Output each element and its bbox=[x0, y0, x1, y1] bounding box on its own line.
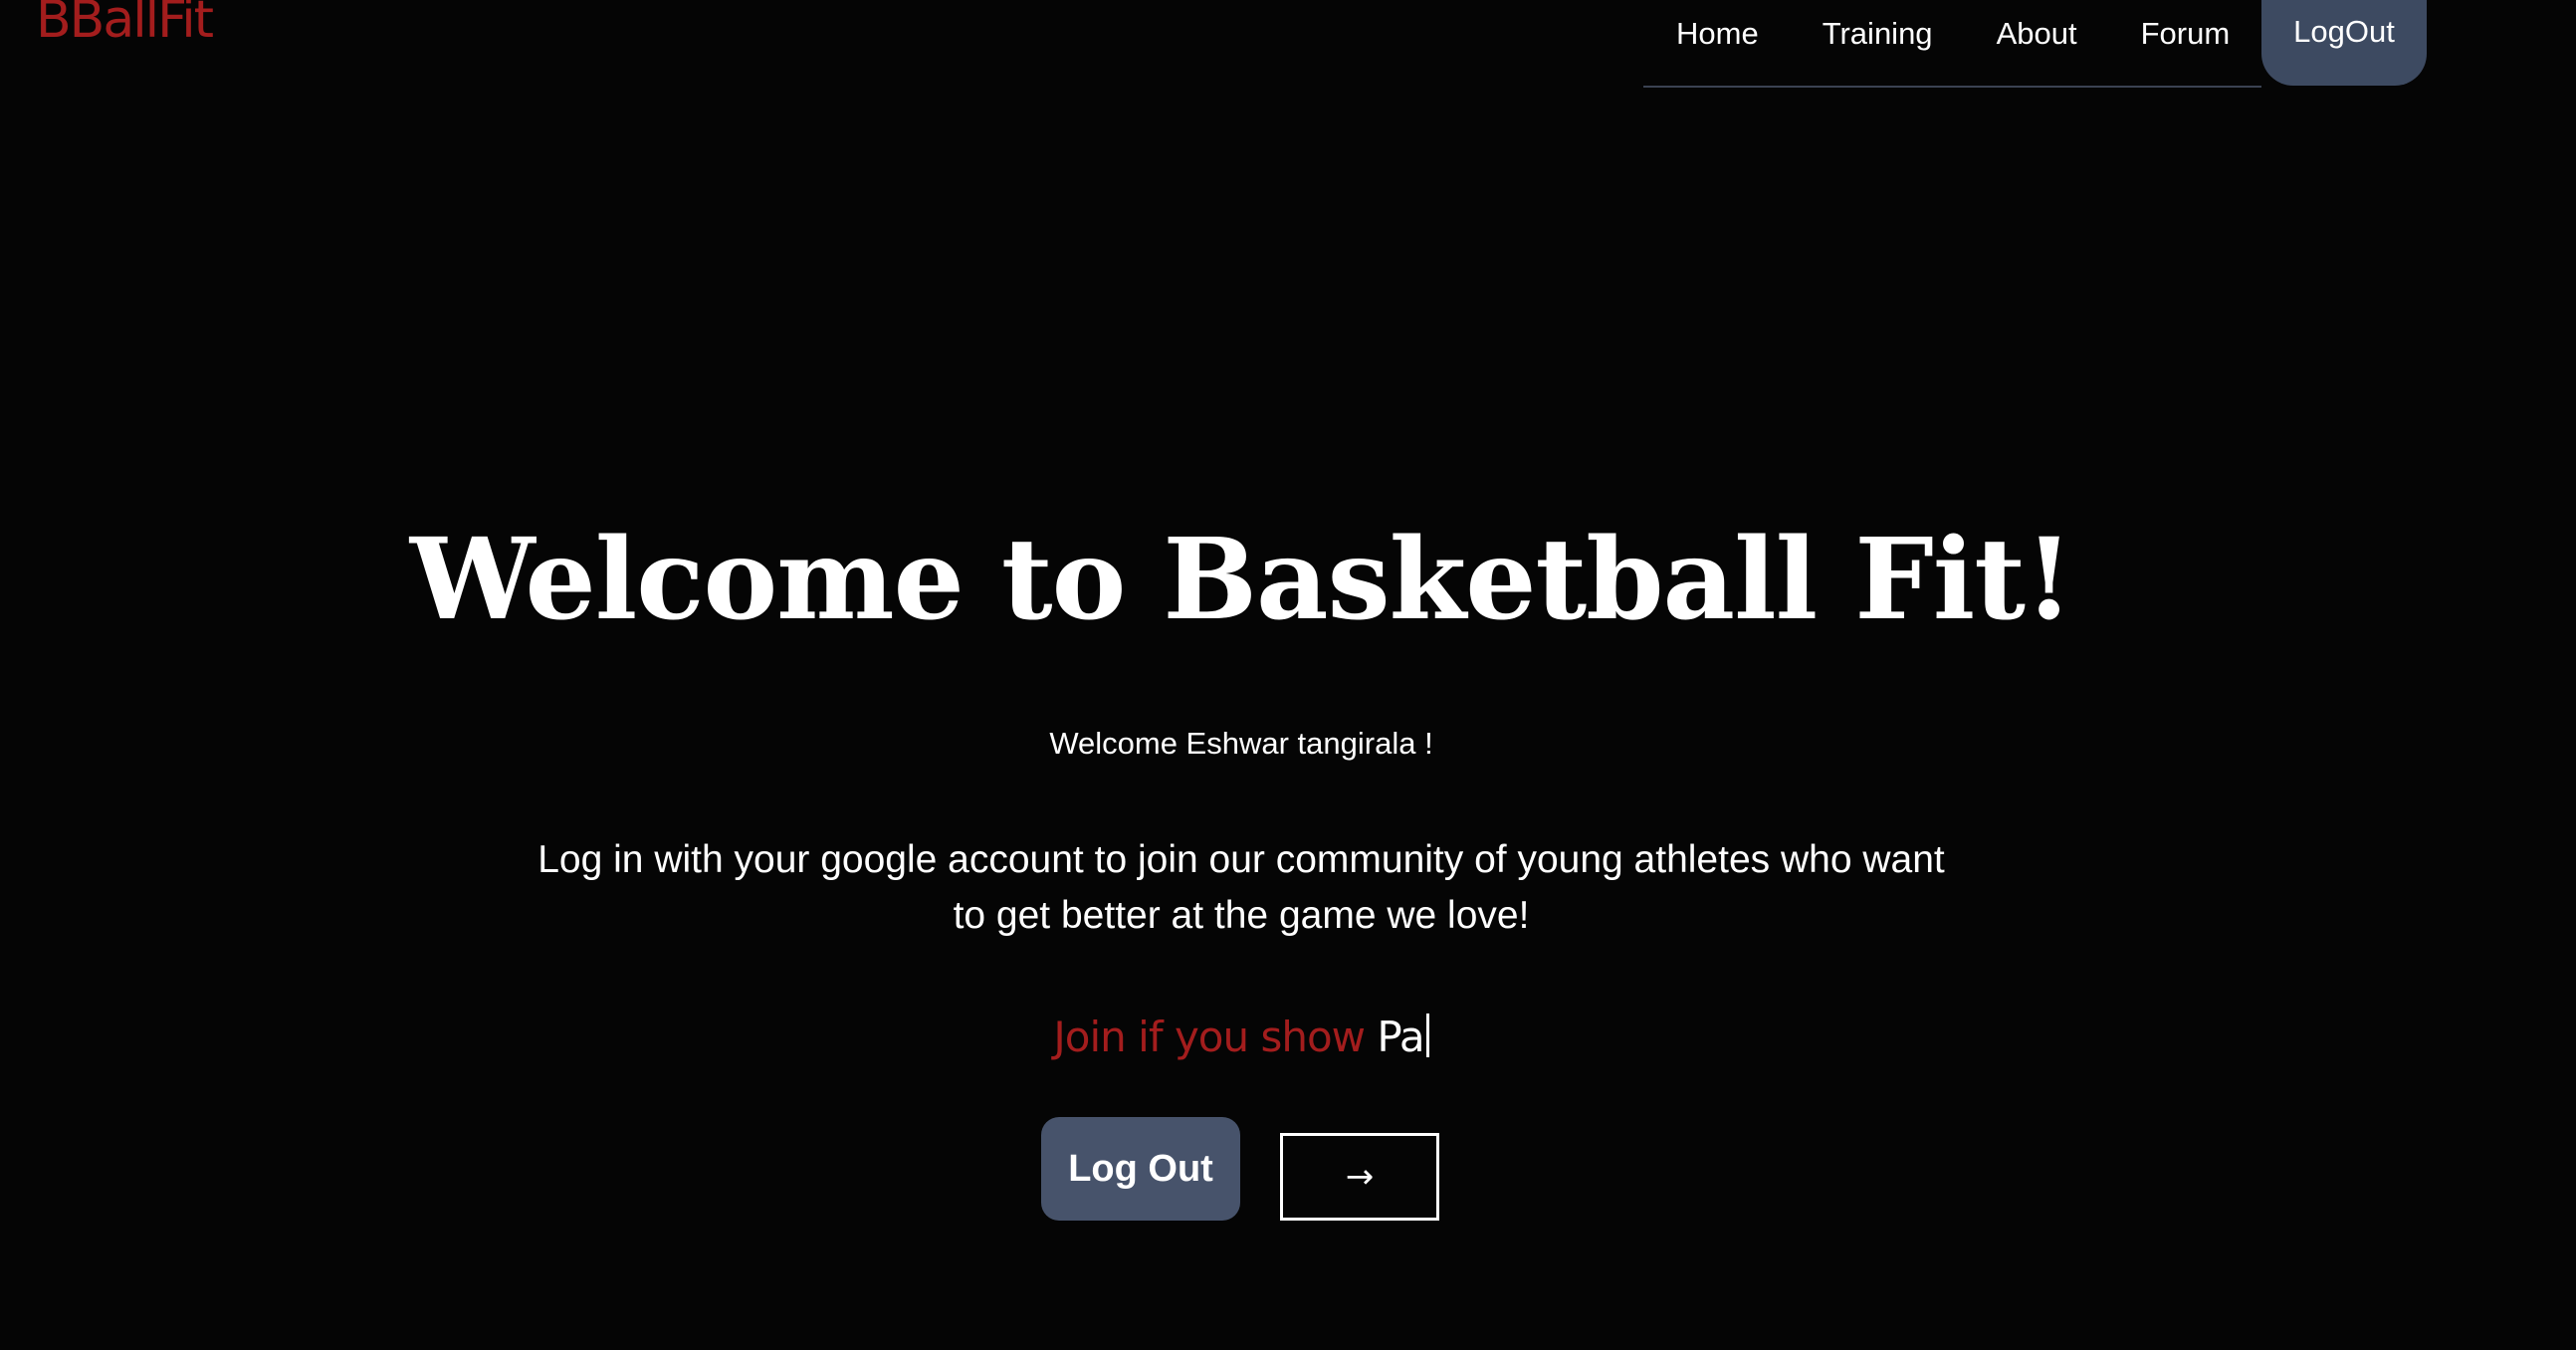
tagline-typed-text: Pa bbox=[1377, 1012, 1424, 1061]
brand-logo[interactable]: BBallFit bbox=[36, 0, 214, 46]
nav-link-training[interactable]: Training bbox=[1791, 0, 1965, 54]
nav-link-about[interactable]: About bbox=[1965, 0, 2109, 54]
tagline-static-text: Join if you show bbox=[1053, 1012, 1366, 1061]
hero-description: Log in with your google account to join … bbox=[537, 838, 1945, 937]
hero-title: Welcome to Basketball Fit! bbox=[409, 515, 2073, 645]
typing-caret bbox=[1425, 1013, 1429, 1057]
typewriter-tagline: Join if you show Pa bbox=[0, 1008, 2482, 1067]
continue-button[interactable]: → bbox=[1280, 1133, 1439, 1221]
nav-link-home[interactable]: Home bbox=[1643, 0, 1791, 54]
nav-link-forum[interactable]: Forum bbox=[2109, 0, 2262, 54]
welcome-user-text: Welcome Eshwar tangirala ! bbox=[1049, 726, 1433, 761]
nav-links: Home Training About Forum bbox=[1643, 0, 2262, 88]
logout-button[interactable]: Log Out bbox=[1041, 1117, 1240, 1221]
arrow-right-icon: → bbox=[1345, 1157, 1375, 1197]
page: BBallFit Home Training About Forum LogOu… bbox=[0, 0, 2576, 1350]
nav-logout-button[interactable]: LogOut bbox=[2261, 0, 2427, 86]
main-nav: Home Training About Forum LogOut bbox=[1643, 0, 2427, 88]
